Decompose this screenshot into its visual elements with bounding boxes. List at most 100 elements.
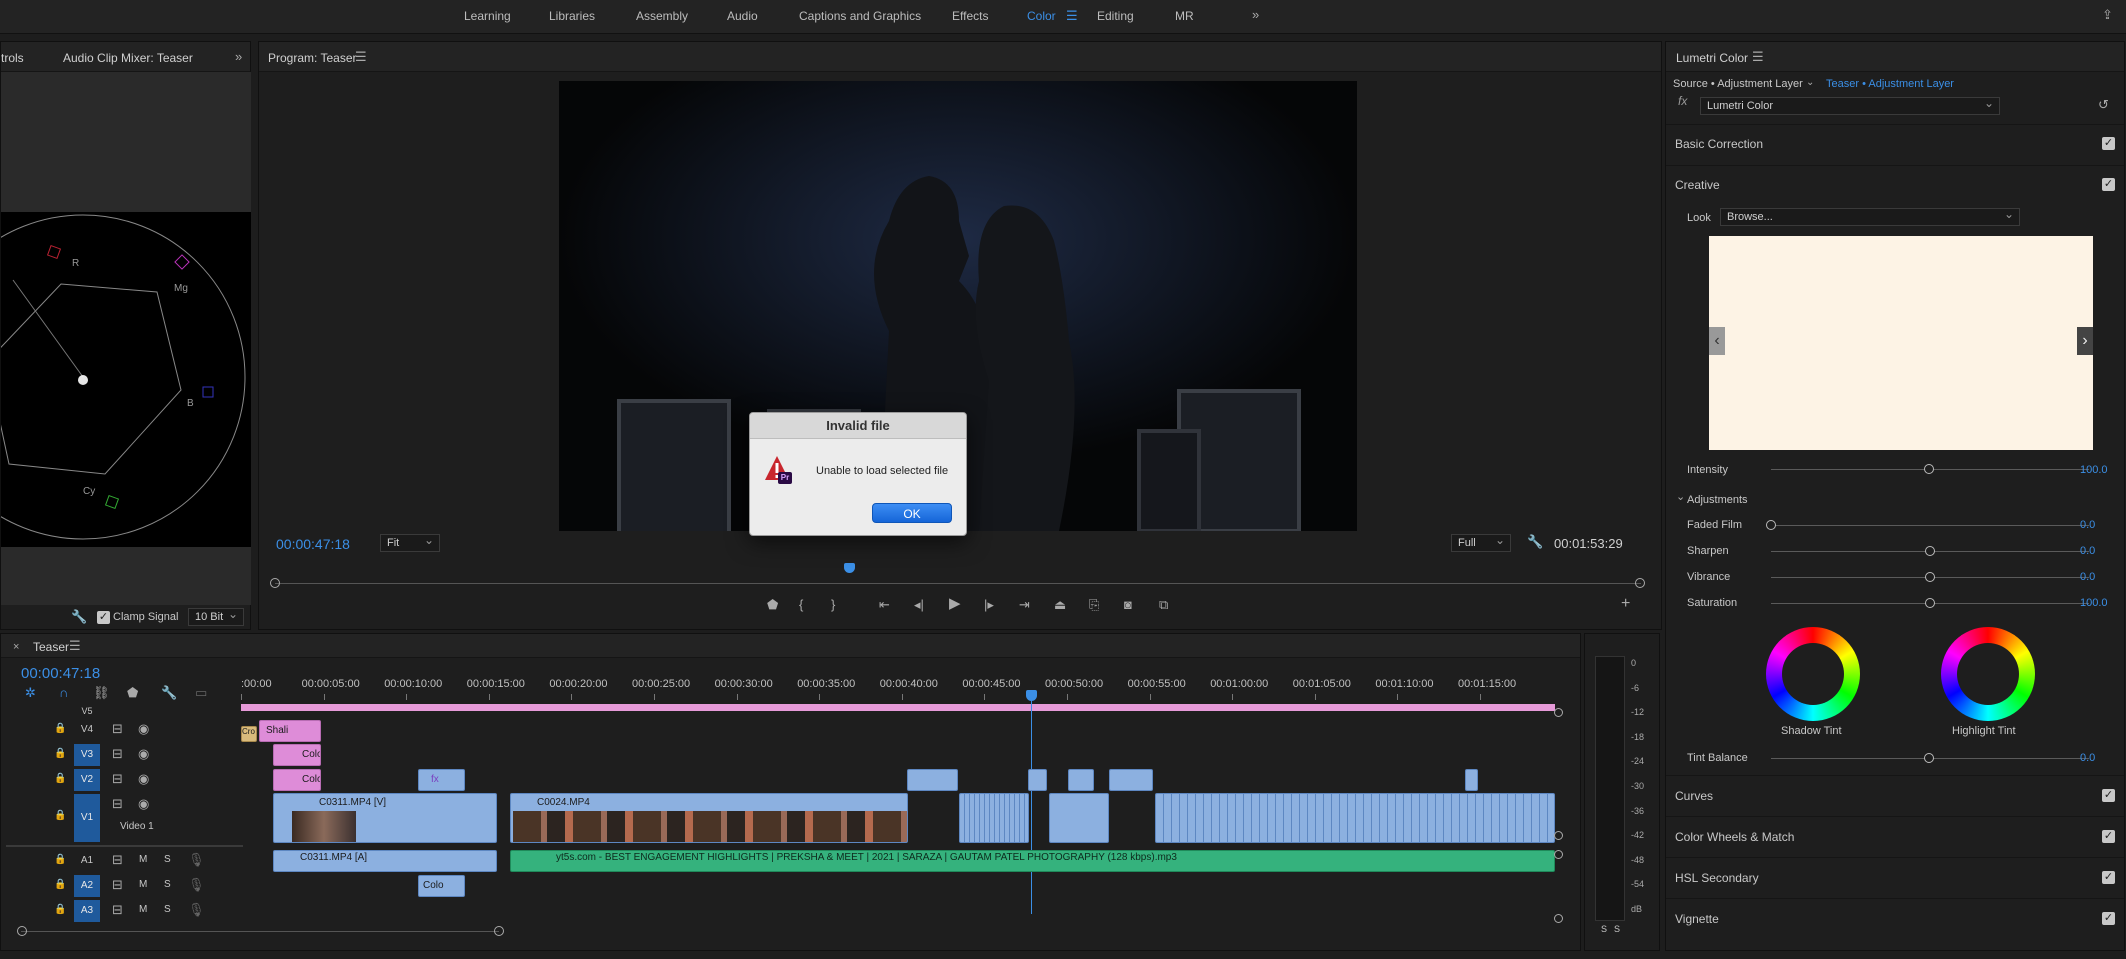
- microphone-icon[interactable]: 🎙: [188, 878, 205, 892]
- color-wheels-checkbox[interactable]: ✓: [2102, 830, 2115, 843]
- time-ruler[interactable]: :00:00 00:00:05:00 00:00:10:00 00:00:15:00 0…: [241, 676, 1555, 700]
- bit-depth-select[interactable]: 10 Bit: [188, 607, 244, 626]
- slider-value[interactable]: 100.0: [2080, 597, 2108, 609]
- track-scroll-handle[interactable]: [1554, 708, 1563, 717]
- eye-icon[interactable]: ◉: [138, 747, 149, 761]
- lock-icon[interactable]: 🔒: [54, 722, 66, 736]
- slider-value[interactable]: 0.0: [2080, 545, 2095, 557]
- reset-effect-icon[interactable]: ↺: [2098, 98, 2109, 112]
- slider-track[interactable]: [1771, 525, 2089, 526]
- ok-button[interactable]: OK: [872, 503, 952, 523]
- step-forward-icon[interactable]: |▸: [984, 598, 994, 612]
- solo-button[interactable]: S: [164, 879, 171, 890]
- timeline-zoom-scrollbar[interactable]: [21, 931, 499, 932]
- clip-v1-segments[interactable]: [959, 793, 1029, 843]
- lumetri-effect-select[interactable]: Lumetri Color: [1700, 96, 2000, 115]
- solo-button[interactable]: S: [164, 854, 171, 865]
- workspace-menu-icon[interactable]: ☰: [1066, 9, 1078, 23]
- sync-lock-icon[interactable]: ⊟: [112, 722, 123, 736]
- sync-lock-icon[interactable]: ⊟: [112, 747, 123, 761]
- settings-wrench-icon[interactable]: 🔧: [1527, 535, 1543, 549]
- sequence-tab[interactable]: Teaser: [33, 640, 69, 654]
- wrench-icon[interactable]: 🔧: [71, 610, 87, 624]
- slider-knob[interactable]: [1766, 520, 1776, 530]
- zoom-start-handle[interactable]: [17, 926, 27, 936]
- zoom-end-handle[interactable]: [494, 926, 504, 936]
- hsl-secondary-label[interactable]: HSL Secondary: [1675, 871, 1759, 885]
- curves-label[interactable]: Curves: [1675, 789, 1713, 803]
- playback-resolution-select[interactable]: Full: [1451, 533, 1511, 552]
- clip-v4-text[interactable]: Shali: [259, 720, 321, 742]
- slider-knob[interactable]: [1925, 598, 1935, 608]
- mute-button[interactable]: M: [139, 854, 147, 865]
- curves-checkbox[interactable]: ✓: [2102, 789, 2115, 802]
- export-frame-camera-icon[interactable]: ◙: [1124, 598, 1132, 612]
- vignette-section[interactable]: Vignette ✓: [1666, 898, 2124, 938]
- lock-icon[interactable]: 🔒: [54, 747, 66, 761]
- track-scroll-handle[interactable]: [1554, 831, 1563, 840]
- add-marker-icon[interactable]: ⬟: [767, 598, 778, 612]
- color-wheels-section[interactable]: Color Wheels & Match ✓: [1666, 816, 2124, 856]
- tint-balance-knob[interactable]: [1924, 753, 1934, 763]
- workspace-tab-mr[interactable]: MR: [1175, 9, 1194, 23]
- button-editor-plus-icon[interactable]: +: [1621, 596, 1630, 612]
- workspace-tab-audio[interactable]: Audio: [727, 9, 758, 23]
- mark-in-icon[interactable]: {: [799, 598, 803, 612]
- scrub-bar[interactable]: [275, 583, 1641, 584]
- track-scroll-handle[interactable]: [1554, 914, 1563, 923]
- creative-section[interactable]: Creative ✓: [1666, 165, 2124, 203]
- next-look-icon[interactable]: ›: [2077, 327, 2093, 355]
- linked-selection-icon[interactable]: ⛓: [93, 686, 110, 700]
- timeline-settings-wrench-icon[interactable]: 🔧: [161, 686, 177, 700]
- panel-tab-audio-clip-mixer[interactable]: Audio Clip Mixer: Teaser: [63, 51, 193, 65]
- clip-music-mp3[interactable]: yt5s.com - BEST ENGAGEMENT HIGHLIGHTS | …: [510, 850, 1555, 872]
- panel-menu-icon[interactable]: ☰: [1752, 50, 1764, 64]
- track-label[interactable]: V3: [74, 744, 100, 766]
- step-back-icon[interactable]: ◂|: [914, 598, 924, 612]
- basic-correction-label[interactable]: Basic Correction: [1675, 137, 1763, 151]
- play-icon[interactable]: ▶: [949, 596, 961, 611]
- captions-icon[interactable]: ▭: [195, 686, 207, 700]
- clip-v1[interactable]: [1049, 793, 1109, 843]
- previous-look-icon[interactable]: ‹: [1709, 327, 1725, 355]
- hsl-secondary-checkbox[interactable]: ✓: [2102, 871, 2115, 884]
- program-timecode[interactable]: 00:00:47:18: [276, 536, 350, 552]
- slider-value[interactable]: 0.0: [2080, 519, 2095, 531]
- zoom-fit-select[interactable]: Fit: [380, 533, 440, 552]
- snap-magnet-icon[interactable]: ∩: [59, 686, 68, 700]
- meter-solo-right[interactable]: S: [1614, 924, 1620, 934]
- panel-menu-icon[interactable]: ☰: [355, 50, 367, 64]
- extract-icon[interactable]: ⎘: [1089, 598, 1099, 612]
- sync-lock-icon[interactable]: ⊟: [112, 853, 123, 867]
- scrub-start-handle[interactable]: [270, 578, 280, 588]
- scrub-end-handle[interactable]: [1635, 578, 1645, 588]
- slider-knob[interactable]: [1925, 572, 1935, 582]
- workspace-tab-captions[interactable]: Captions and Graphics: [799, 9, 921, 23]
- lock-icon[interactable]: 🔒: [54, 903, 66, 917]
- mute-button[interactable]: M: [139, 879, 147, 890]
- track-scroll-handle[interactable]: [1554, 850, 1563, 859]
- clip-v3-color[interactable]: Colo: [273, 744, 321, 766]
- program-monitor-title[interactable]: Program: Teaser: [268, 51, 356, 65]
- program-playhead[interactable]: [843, 563, 855, 573]
- panel-tab-controls[interactable]: trols: [1, 51, 24, 65]
- hsl-secondary-section[interactable]: HSL Secondary ✓: [1666, 857, 2124, 897]
- eye-icon[interactable]: ◉: [138, 797, 149, 811]
- chevron-down-icon[interactable]: ⌄: [1676, 490, 1685, 504]
- comparison-view-icon[interactable]: ⧉: [1159, 598, 1168, 612]
- add-marker-icon[interactable]: ⬟: [127, 686, 138, 700]
- chevron-down-icon[interactable]: ⌄: [1806, 76, 1814, 90]
- workspace-tab-effects[interactable]: Effects: [952, 9, 988, 23]
- basic-correction-section[interactable]: Basic Correction ✓: [1666, 124, 2124, 162]
- highlight-tint-wheel[interactable]: [1941, 627, 2035, 721]
- lumetri-title[interactable]: Lumetri Color: [1676, 51, 1748, 65]
- workspace-tab-learning[interactable]: Learning: [464, 9, 511, 23]
- clip-v1-segments[interactable]: [1155, 793, 1555, 843]
- intensity-slider-knob[interactable]: [1924, 464, 1934, 474]
- panel-menu-icon[interactable]: ☰: [69, 639, 81, 653]
- clip-v2[interactable]: [907, 769, 958, 791]
- basic-correction-checkbox[interactable]: ✓: [2102, 137, 2115, 150]
- color-wheels-label[interactable]: Color Wheels & Match: [1675, 830, 1794, 844]
- share-icon[interactable]: ⇪: [2102, 8, 2113, 22]
- clip-c0311-video[interactable]: C0311.MP4 [V]: [273, 793, 497, 843]
